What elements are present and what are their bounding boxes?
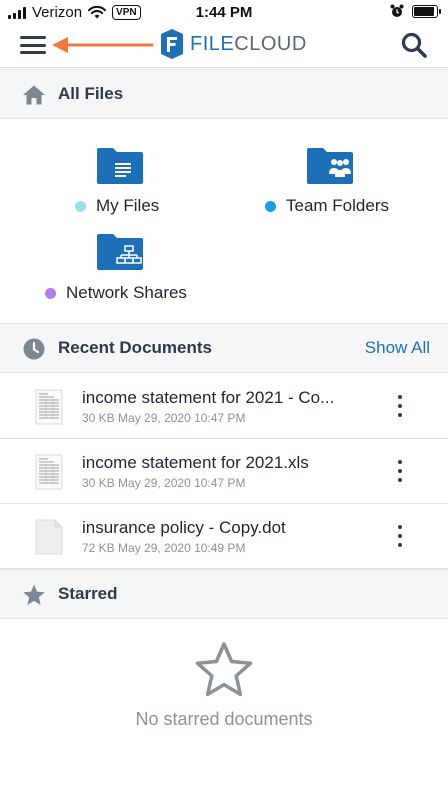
battery-icon <box>412 4 441 18</box>
menu-button[interactable] <box>20 34 46 56</box>
status-bar: Verizon VPN 1:44 PM <box>0 0 448 26</box>
document-row[interactable]: income statement for 2021 - Co... 30 KB … <box>0 374 448 439</box>
folder-my-files[interactable]: My Files <box>75 196 159 216</box>
clock-icon <box>23 338 45 360</box>
more-options-icon[interactable] <box>392 460 408 482</box>
recent-documents-title: Recent Documents <box>58 338 212 357</box>
search-icon[interactable] <box>400 31 428 59</box>
network-shares-label: Network Shares <box>66 283 187 302</box>
spreadsheet-thumb-icon <box>35 389 63 425</box>
starred-header: Starred <box>0 569 448 619</box>
document-row[interactable]: insurance policy - Copy.dot 72 KB May 29… <box>0 504 448 569</box>
document-name: income statement for 2021.xls <box>82 453 309 472</box>
alarm-icon <box>390 4 404 17</box>
more-options-icon[interactable] <box>392 395 408 417</box>
team-folders-dot <box>265 200 276 212</box>
all-files-header[interactable]: All Files <box>0 69 448 119</box>
spreadsheet-thumb-icon <box>35 454 63 490</box>
document-name: insurance policy - Copy.dot <box>82 518 286 537</box>
status-time: 1:44 PM <box>195 4 253 21</box>
annotation-arrow-icon <box>52 37 154 53</box>
folder-network-shares[interactable]: Network Shares <box>45 283 187 303</box>
more-options-icon[interactable] <box>392 525 408 547</box>
folder-lines-icon[interactable] <box>95 146 145 186</box>
filecloud-logo: FILECLOUD <box>160 28 307 60</box>
document-meta: 30 KB May 29, 2020 10:47 PM <box>82 476 246 490</box>
folder-team-icon[interactable] <box>305 146 355 186</box>
network-shares-dot <box>45 287 56 299</box>
status-right <box>390 4 441 18</box>
blank-doc-thumb-icon <box>35 519 63 555</box>
star-outline-icon <box>195 642 253 697</box>
empty-starred-text: No starred documents <box>135 709 313 729</box>
folder-team-folders[interactable]: Team Folders <box>265 196 389 216</box>
logo-text: FILECLOUD <box>190 32 307 55</box>
document-meta: 30 KB May 29, 2020 10:47 PM <box>82 411 246 425</box>
filecloud-logo-icon <box>161 29 183 59</box>
folder-network-icon[interactable] <box>95 232 145 272</box>
my-files-label: My Files <box>96 196 160 215</box>
recent-documents-header: Recent Documents Show All <box>0 323 448 373</box>
all-files-title: All Files <box>58 84 124 103</box>
document-name: income statement for 2021 - Co... <box>82 388 335 407</box>
team-folders-label: Team Folders <box>286 196 389 215</box>
star-icon <box>23 584 45 605</box>
starred-title: Starred <box>58 584 118 603</box>
document-meta: 72 KB May 29, 2020 10:49 PM <box>82 541 246 555</box>
show-all-link[interactable]: Show All <box>365 338 430 358</box>
app-bar: FILECLOUD <box>0 26 448 68</box>
home-icon <box>23 85 45 105</box>
my-files-dot <box>75 200 86 212</box>
document-row[interactable]: income statement for 2021.xls 30 KB May … <box>0 439 448 504</box>
